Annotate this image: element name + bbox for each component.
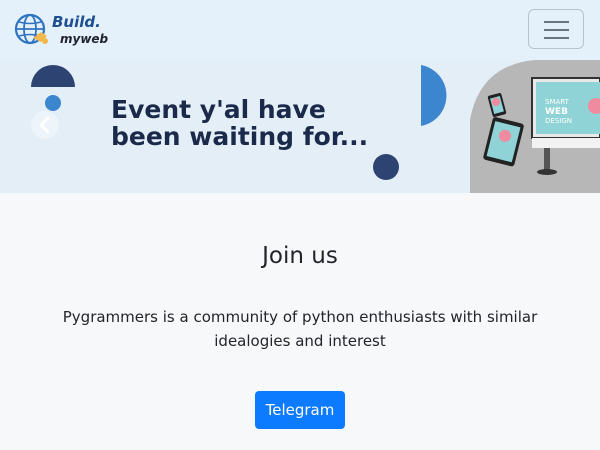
banner-headline: Event y'al have been waiting for... — [111, 96, 368, 150]
carousel-prev-button[interactable] — [30, 110, 60, 140]
hamburger-icon-bar-middle — [544, 29, 569, 31]
headline-line-1: Event y'al have — [111, 95, 326, 124]
join-description-line-1: Pygrammers is a community of python enth… — [62, 308, 538, 326]
small-blue-dot-shape — [45, 95, 61, 111]
image-text-1: SMART — [545, 98, 570, 106]
brand-logo[interactable]: Build. myweb — [14, 12, 124, 48]
image-text-2: WEB — [545, 107, 568, 117]
chevron-left-icon — [31, 111, 59, 139]
brand-name-line2: myweb — [60, 32, 109, 46]
globe-icon — [14, 13, 48, 45]
join-section: Join us Pygrammers is a community of pyt… — [0, 193, 600, 450]
navy-dot-shape — [373, 154, 399, 180]
headline-line-2: been waiting for... — [111, 122, 369, 151]
image-text-3: DESIGN — [545, 117, 572, 125]
brand-name-line1: Build. — [52, 13, 101, 31]
event-banner-carousel: Event y'al have been waiting for... SMAR… — [0, 60, 600, 193]
navbar-toggler-button[interactable] — [528, 9, 584, 49]
hamburger-icon-bar-bottom — [544, 37, 569, 39]
telegram-button[interactable]: Telegram — [255, 391, 345, 429]
join-title: Join us — [262, 243, 338, 269]
smart-web-design-image: SMART WEB DESIGN — [470, 60, 600, 193]
navy-half-circle-shape — [31, 65, 75, 87]
join-description: Pygrammers is a community of python enth… — [60, 305, 540, 353]
hamburger-icon-bar-top — [544, 21, 569, 23]
join-description-line-2: idealogies and interest — [214, 332, 386, 350]
blue-half-circle-shape — [421, 65, 447, 126]
navbar: Build. myweb — [0, 0, 600, 60]
